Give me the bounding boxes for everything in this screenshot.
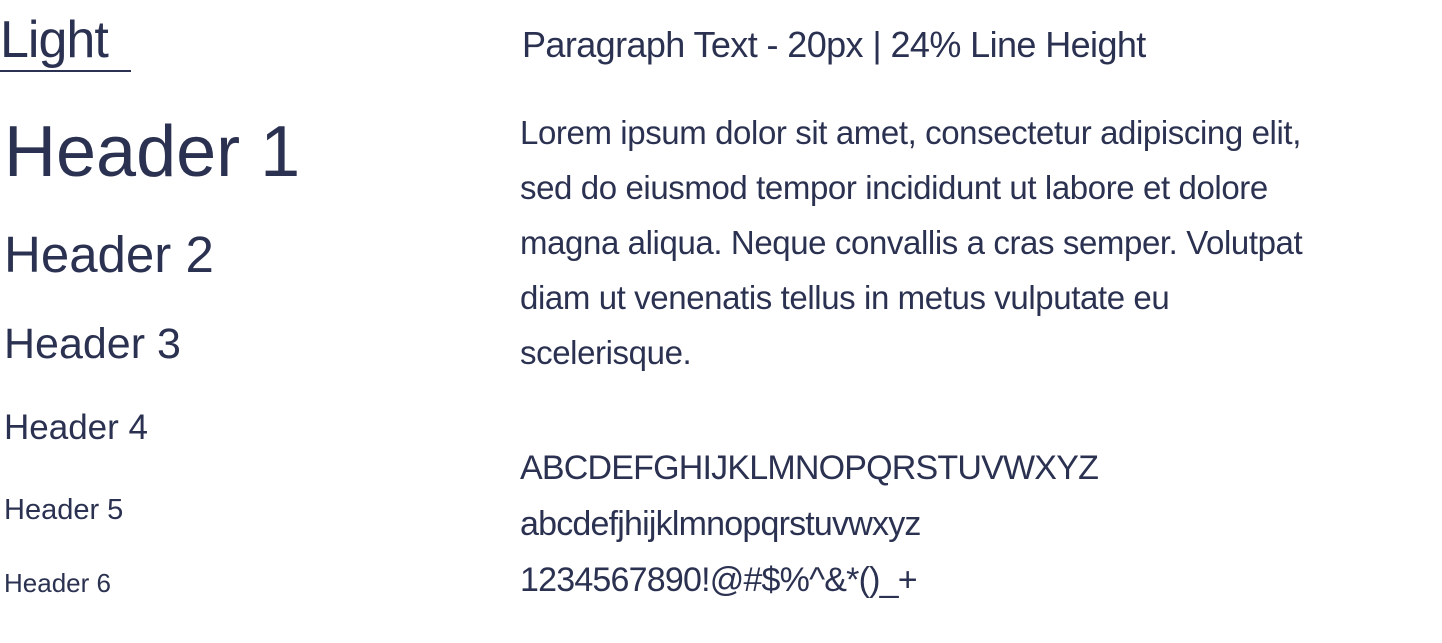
- paragraph-line: Lorem ipsum dolor sit amet, consectetur …: [520, 114, 1301, 151]
- paragraph-line: sed do eiusmod tempor incididunt ut labo…: [520, 169, 1268, 206]
- header-3-sample: Header 3: [4, 320, 181, 368]
- paragraph-line: scelerisque.: [520, 334, 692, 371]
- paragraph-sample: Lorem ipsum dolor sit amet, consectetur …: [520, 105, 1420, 380]
- type-scale-column: Light Header 1 Header 2 Header 3 Header …: [0, 0, 480, 643]
- character-set-sample: ABCDEFGHIJKLMNOPQRSTUVWXYZ abcdefjhijklm…: [520, 440, 1099, 608]
- font-weight-label: Light: [0, 11, 109, 69]
- numbers-and-symbols: 1234567890!@#$%^&*()_+: [520, 561, 918, 599]
- header-2-sample: Header 2: [4, 226, 214, 283]
- lowercase-alphabet: abcdefjhijklmnopqrstuvwxyz: [520, 505, 921, 543]
- header-6-sample: Header 6: [4, 568, 111, 598]
- header-1-sample: Header 1: [4, 112, 301, 192]
- paragraph-line: diam ut venenatis tellus in metus vulput…: [520, 279, 1170, 316]
- paragraph-spec-heading: Paragraph Text - 20px | 24% Line Height: [522, 24, 1146, 65]
- font-weight-underline: [0, 70, 131, 72]
- paragraph-line: magna aliqua. Neque convallis a cras sem…: [520, 224, 1303, 261]
- header-5-sample: Header 5: [4, 494, 124, 526]
- header-4-sample: Header 4: [4, 408, 148, 447]
- uppercase-alphabet: ABCDEFGHIJKLMNOPQRSTUVWXYZ: [520, 449, 1099, 487]
- paragraph-column: Paragraph Text - 20px | 24% Line Height …: [520, 0, 1420, 643]
